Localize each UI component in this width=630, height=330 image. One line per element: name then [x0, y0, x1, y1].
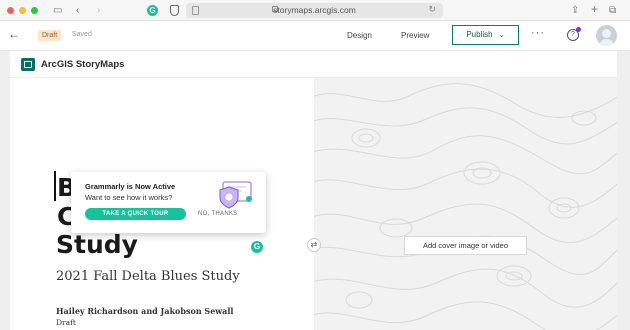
- take-tour-button[interactable]: TAKE A QUICK TOUR: [85, 208, 186, 220]
- close-window-button[interactable]: [7, 7, 14, 14]
- new-tab-icon[interactable]: +: [591, 3, 598, 16]
- forward-icon[interactable]: ›: [97, 4, 100, 17]
- cover-media-panel[interactable]: [314, 78, 617, 330]
- grammarly-extension-icon[interactable]: G: [147, 5, 158, 16]
- address-bar[interactable]: storymaps.arcgis.com ↻: [186, 3, 443, 18]
- back-arrow-icon[interactable]: ←: [8, 27, 20, 41]
- share-icon[interactable]: ⇪: [571, 4, 579, 17]
- notification-dot: [576, 27, 581, 32]
- grammarly-popup: Grammarly is Now Active Want to see how …: [71, 172, 266, 233]
- publish-label: Publish: [466, 30, 493, 39]
- zoom-window-button[interactable]: [31, 7, 38, 14]
- design-button[interactable]: Design: [347, 31, 372, 40]
- minimize-window-button[interactable]: [19, 7, 26, 14]
- save-status: Saved: [72, 31, 92, 38]
- more-options-icon[interactable]: ···: [531, 27, 545, 39]
- browser-toolbar: ▭ ‹ › G storymaps.arcgis.com ↻ ⇪ + ⧉: [0, 0, 630, 21]
- story-title-line[interactable]: Study: [56, 230, 138, 259]
- back-icon[interactable]: ‹: [76, 4, 79, 17]
- text-cursor: [54, 171, 56, 201]
- story-status: Draft: [56, 318, 76, 327]
- publish-button[interactable]: Publish ⌄: [452, 25, 519, 45]
- grammarly-popup-text: Want to see how it works?: [85, 193, 173, 202]
- grammarly-popup-title: Grammarly is Now Active: [85, 182, 176, 191]
- no-thanks-button[interactable]: NO, THANKS: [198, 211, 238, 217]
- url-text: storymaps.arcgis.com: [273, 5, 356, 15]
- add-cover-media-button[interactable]: Add cover image or video: [404, 236, 527, 255]
- status-badge: Draft: [38, 30, 62, 41]
- tab-overview-icon[interactable]: ⧉: [609, 4, 616, 17]
- grammarly-shield-icon: [219, 181, 252, 209]
- sidebar-toggle-icon[interactable]: ▭: [53, 4, 62, 17]
- storymaps-header: ← Draft Saved Design Preview Publish ⌄ ·…: [0, 21, 630, 51]
- swap-layout-icon[interactable]: ⇄: [307, 238, 321, 252]
- avatar[interactable]: [596, 25, 617, 46]
- grammarly-badge-icon[interactable]: G: [251, 241, 263, 253]
- topographic-pattern: [314, 83, 617, 330]
- brand-name: ArcGIS StoryMaps: [41, 59, 125, 70]
- story-subtitle[interactable]: 2021 Fall Delta Blues Study: [56, 269, 240, 284]
- shield-extension-icon[interactable]: [170, 5, 179, 16]
- storymaps-logo-icon: [21, 58, 35, 71]
- reload-icon[interactable]: ↻: [428, 4, 436, 15]
- story-brand-bar: ArcGIS StoryMaps: [10, 51, 617, 78]
- story-byline[interactable]: Hailey Richardson and Jakobson Sewall: [56, 306, 233, 316]
- preview-button[interactable]: Preview: [401, 31, 429, 40]
- chevron-down-icon: ⌄: [498, 32, 505, 39]
